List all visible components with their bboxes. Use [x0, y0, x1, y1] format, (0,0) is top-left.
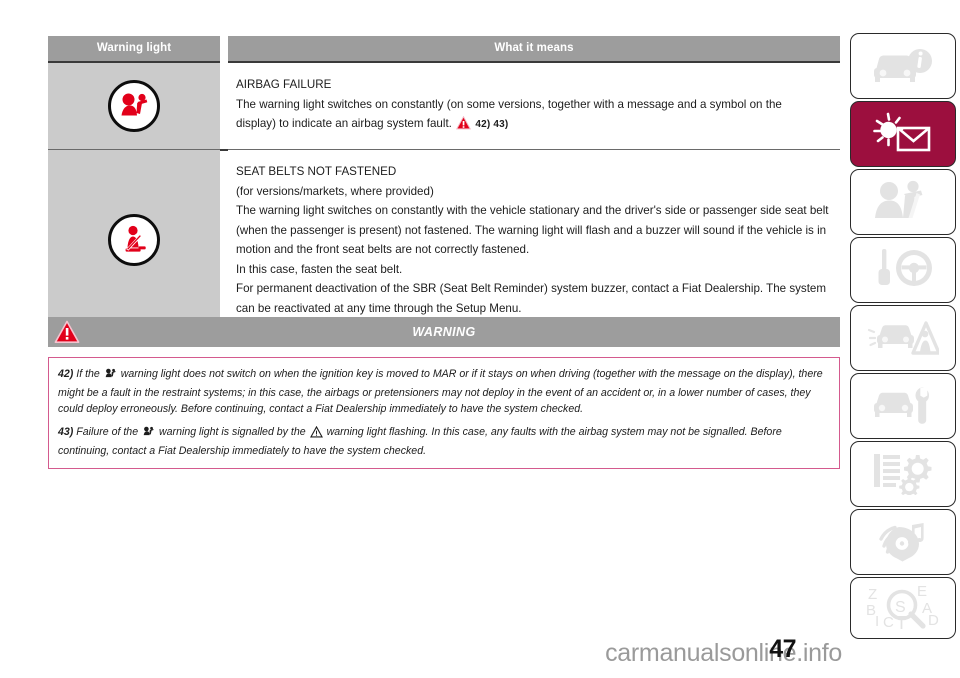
table-header: Warning light What it means [48, 36, 840, 63]
site-watermark: carmanualsonline.info [605, 639, 842, 667]
specifications-gears-icon [870, 449, 936, 500]
warning-block-header: WARNING [48, 317, 840, 347]
svg-text:Z: Z [868, 586, 877, 603]
column-gap-spacer [220, 36, 228, 62]
column-header-warning-light: Warning light [48, 36, 220, 63]
svg-text:D: D [928, 612, 939, 629]
warning-note-43-text-1: Failure of the [76, 426, 139, 438]
sidebar-item-safety[interactable] [850, 169, 956, 235]
sidebar-item-in-an-emergency[interactable] [850, 305, 956, 371]
sidebar-item-dashboard-and-controls[interactable] [850, 33, 956, 99]
row-gap-spacer [220, 62, 228, 151]
svg-text:E: E [917, 583, 927, 600]
airbag-failure-title: AIRBAG FAILURE [236, 78, 332, 91]
car-wrench-icon [868, 382, 938, 431]
chapter-tab-rail: Z B I C T E A D S [848, 0, 960, 678]
airbag-failure-description: AIRBAG FAILURE The warning light switche… [228, 62, 840, 150]
airbag-failure-telltale-icon [104, 367, 117, 385]
infotainment-music-icon [871, 517, 935, 568]
sidebar-item-starting-and-driving[interactable] [850, 237, 956, 303]
warning-lights-messages-icon [868, 109, 938, 160]
seat-belt-telltale-icon [108, 214, 160, 266]
airbag-failure-body-line-2-wrapper: display) to indicate an airbag system fa… [236, 114, 834, 137]
warning-note-43-number: 43) [58, 426, 74, 438]
warning-triangle-outline-icon [309, 425, 323, 443]
table-row: SEAT BELTS NOT FASTENED (for versions/ma… [48, 149, 840, 332]
airbag-failure-body-line-2: display) to indicate an airbag system fa… [236, 117, 452, 130]
airbag-failure-telltale-icon [108, 80, 160, 132]
warning-light-table: Warning light What it means AIRBAG FAILU… [48, 36, 840, 332]
seat-belt-subtitle: (for versions/markets, where provided) [236, 184, 434, 198]
row-gap-spacer [220, 149, 228, 332]
sidebar-item-alphabetical-index[interactable]: Z B I C T E A D S [850, 577, 956, 639]
seat-belt-paragraph-2: In this case, fasten the seat belt. [236, 262, 403, 276]
warning-note-42-number: 42) [58, 368, 74, 380]
occupant-safety-icon [871, 177, 935, 228]
airbag-failure-references: 42) 43) [475, 119, 509, 130]
warning-note-43: 43) Failure of the warning light is sign… [58, 424, 830, 459]
seat-belt-paragraph-1: The warning light switches on constantly… [236, 204, 829, 256]
sidebar-item-technical-specifications[interactable] [850, 441, 956, 507]
warning-triangle-icon [456, 115, 472, 137]
warning-triangle-icon [54, 320, 80, 349]
sidebar-item-multimedia[interactable] [850, 509, 956, 575]
svg-text:S: S [895, 599, 906, 616]
key-steering-wheel-icon [870, 246, 936, 295]
seat-belt-title: SEAT BELTS NOT FASTENED [236, 165, 397, 178]
warning-note-42-text-1: If the [76, 368, 100, 380]
column-header-what-it-means: What it means [228, 36, 840, 63]
emergency-breakdown-icon [867, 314, 941, 363]
alphabetical-index-icon: Z B I C T E A D S [866, 583, 940, 634]
seat-belt-description: SEAT BELTS NOT FASTENED (for versions/ma… [228, 149, 840, 332]
table-row: AIRBAG FAILURE The warning light switche… [48, 62, 840, 151]
manual-page: Warning light What it means AIRBAG FAILU… [0, 0, 848, 678]
seat-belt-paragraph-3: For permanent deactivation of the SBR (S… [236, 282, 827, 315]
airbag-telltale-cell [48, 62, 220, 150]
sidebar-item-warning-lights-and-messages[interactable] [850, 101, 956, 167]
warning-block: WARNING 42) If the warning light does no… [48, 317, 840, 469]
warning-block-title: WARNING [412, 325, 476, 339]
warning-note-42: 42) If the warning light does not switch… [58, 366, 830, 417]
sidebar-item-maintenance-and-care[interactable] [850, 373, 956, 439]
seat-belt-telltale-cell [48, 149, 220, 332]
car-info-icon [868, 42, 938, 91]
airbag-failure-telltale-icon [142, 425, 155, 443]
svg-text:I: I [875, 613, 879, 629]
warning-note-43-text-2: warning light is signalled by the [159, 426, 306, 438]
warning-block-body: 42) If the warning light does not switch… [48, 357, 840, 469]
warning-note-42-text-2: warning light does not switch on when th… [58, 368, 823, 415]
page-number: 47 [769, 635, 796, 663]
airbag-failure-body-line-1: The warning light switches on constantly… [236, 97, 782, 111]
